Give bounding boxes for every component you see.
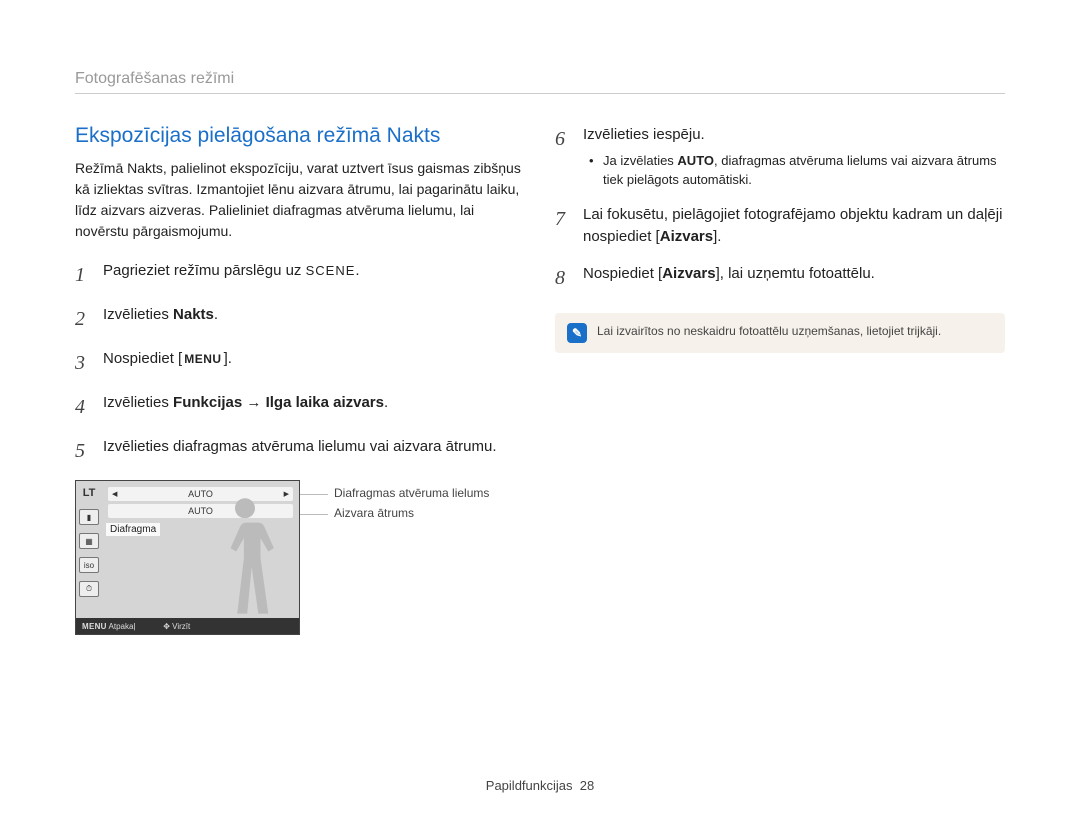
menu-button-label: MENU	[182, 350, 223, 368]
step-number: 2	[75, 304, 99, 334]
scene-label: SCENE	[306, 263, 356, 278]
step-5: 5 Izvēlieties diafragmas atvēruma lielum…	[75, 436, 525, 466]
intro-paragraph: Režīmā Nakts, palielinot ekspozīciju, va…	[75, 158, 525, 242]
callout-labels: Diafragmas atvēruma lielums Aizvara ātru…	[300, 480, 489, 526]
metering-icon: ▮	[79, 509, 99, 525]
callout-shutter: Aizvara ātrums	[300, 506, 489, 520]
step6-subbullet: Ja izvēlaties AUTO, diafragmas atvēruma …	[583, 151, 1005, 190]
step-6: 6 Izvēlieties iespēju. Ja izvēlaties AUT…	[555, 124, 1005, 190]
camera-sidebar-icons: LT ▮ ▦ iso ⏱	[76, 481, 102, 618]
arrow-left-icon: ◀	[112, 490, 117, 498]
camera-illustration: LT ▮ ▦ iso ⏱ ◀ AUTO ▶	[75, 480, 525, 635]
step-number: 1	[75, 260, 99, 290]
camera-lcd-footer: MENU Atpakaļ ✥ Virzīt	[76, 618, 299, 634]
callout-aperture: Diafragmas atvēruma lielums	[300, 486, 489, 500]
step-number: 7	[555, 204, 579, 234]
person-silhouette-icon	[209, 496, 281, 618]
step-4: 4 Izvēlieties Funkcijas → Ilga laika aiz…	[75, 392, 525, 422]
step-3: 3 Nospiediet [MENU].	[75, 348, 525, 378]
step-number: 6	[555, 124, 579, 154]
timer-icon: ⏱	[79, 581, 99, 597]
step-number: 3	[75, 348, 99, 378]
footer-page-number: 28	[580, 778, 594, 793]
tip-text: Lai izvairītos no neskaidru fotoattēlu u…	[597, 323, 941, 340]
step1-text: Pagrieziet režīmu pārslēgu uz	[103, 262, 306, 279]
dpad-icon: ✥	[163, 622, 170, 631]
focus-icon: ▦	[79, 533, 99, 549]
breadcrumb: Fotografēšanas režīmi	[75, 70, 1005, 94]
camera-lcd: LT ▮ ▦ iso ⏱ ◀ AUTO ▶	[75, 480, 300, 635]
section-title: Ekspozīcijas pielāgošana režīmā Nakts	[75, 124, 525, 148]
steps-list-left: 1 Pagrieziet režīmu pārslēgu uz SCENE. 2…	[75, 260, 525, 466]
note-icon: ✎	[567, 323, 587, 343]
page-footer: Papildfunkcijas 28	[0, 778, 1080, 793]
footer-back-label: Atpakaļ	[109, 622, 136, 631]
right-column: 6 Izvēlieties iespēju. Ja izvēlaties AUT…	[555, 124, 1005, 635]
step-number: 8	[555, 263, 579, 293]
iso-icon: iso	[79, 557, 99, 573]
step-number: 4	[75, 392, 99, 422]
step2-bold: Nakts	[173, 306, 214, 323]
content-columns: Ekspozīcijas pielāgošana režīmā Nakts Re…	[75, 124, 1005, 635]
step5-text: Izvēlieties diafragmas atvēruma lielumu …	[103, 436, 525, 459]
step-8: 8 Nospiediet [Aizvars], lai uzņemtu foto…	[555, 263, 1005, 293]
diafragma-label: Diafragma	[106, 523, 160, 536]
step-7: 7 Lai fokusētu, pielāgojiet fotografējam…	[555, 204, 1005, 249]
tip-box: ✎ Lai izvairītos no neskaidru fotoattēlu…	[555, 313, 1005, 353]
arrow-right-icon: ▶	[284, 490, 289, 498]
footer-move-label: Virzīt	[172, 622, 190, 631]
footer-menu-icon: MENU	[82, 622, 107, 631]
lt-icon: LT	[79, 485, 99, 501]
step-1: 1 Pagrieziet režīmu pārslēgu uz SCENE.	[75, 260, 525, 290]
left-column: Ekspozīcijas pielāgošana režīmā Nakts Re…	[75, 124, 525, 635]
step-number: 5	[75, 436, 99, 466]
footer-section-label: Papildfunkcijas	[486, 778, 573, 793]
steps-list-right: 6 Izvēlieties iespēju. Ja izvēlaties AUT…	[555, 124, 1005, 293]
step-2: 2 Izvēlieties Nakts.	[75, 304, 525, 334]
step6-text: Izvēlieties iespēju.	[583, 126, 705, 143]
